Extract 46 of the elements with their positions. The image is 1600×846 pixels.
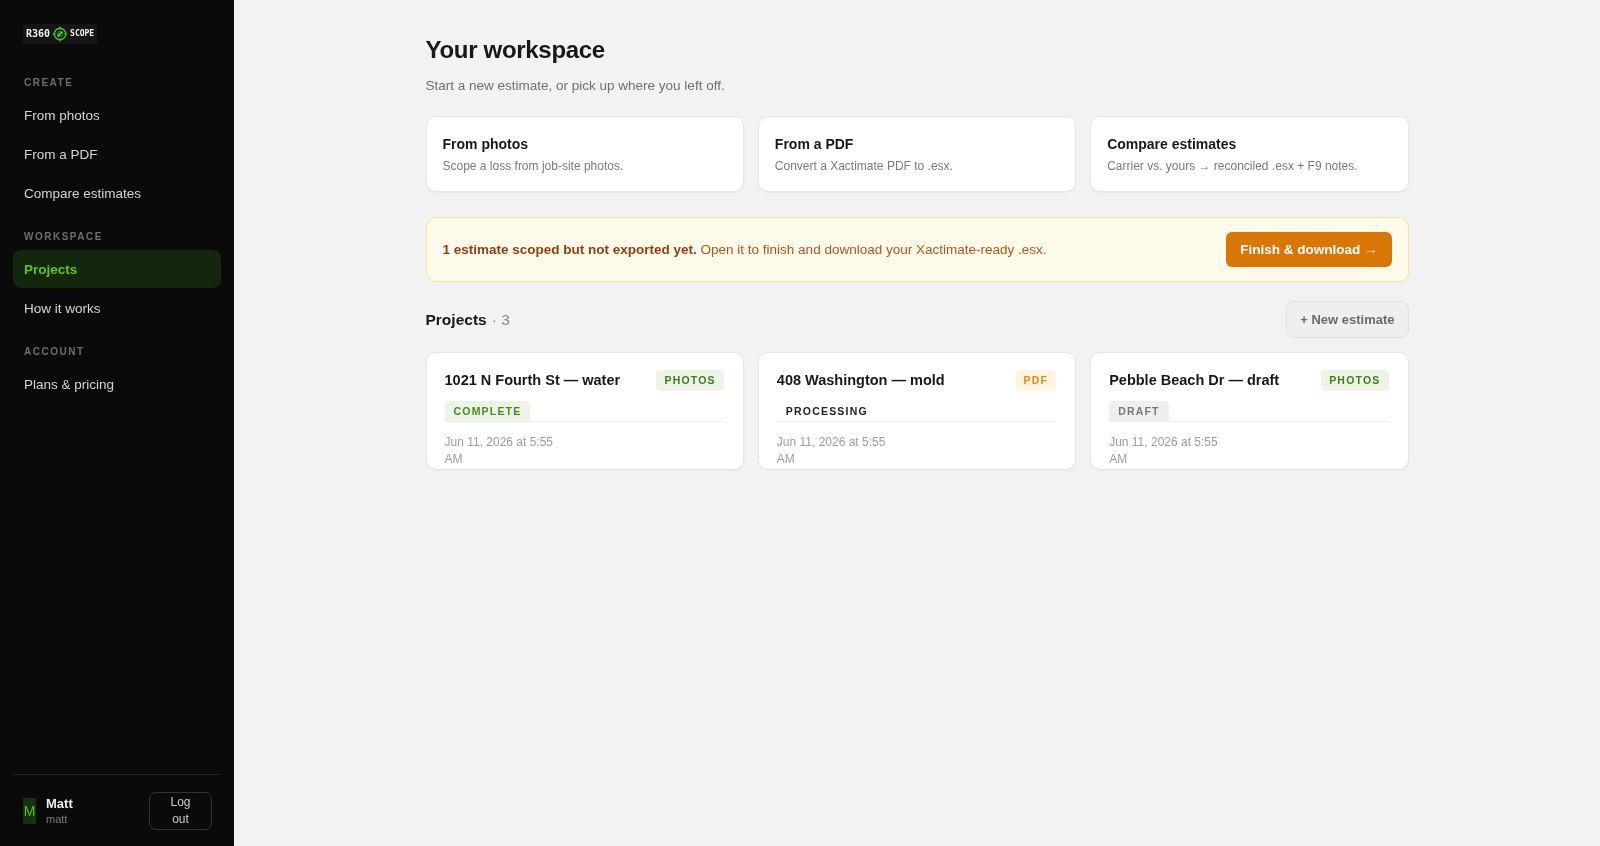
sidebar-item[interactable]: Projects	[13, 250, 221, 288]
project-date: Jun 11, 2026 at 5:55 AM	[444, 434, 555, 468]
action-card[interactable]: From a PDF Convert a Xactimate PDF to .esx.	[757, 116, 1077, 192]
logo-text: R360	[26, 27, 51, 41]
new-estimate-button[interactable]: + New estimate	[1286, 301, 1409, 338]
source-tag: PHOTOS	[1321, 370, 1389, 391]
project-card[interactable]: 408 Washington — mold PDF PROCESSING Jun 11, 2026 at 5:55 AM	[757, 352, 1077, 470]
card-description: Scope a loss from job-site photos.	[442, 158, 625, 174]
page-title: Your workspace	[425, 35, 606, 65]
section-label: ACCOUNT	[23, 345, 86, 359]
project-date: Jun 11, 2026 at 5:55 AM	[1109, 434, 1219, 468]
project-card[interactable]: 1021 N Fourth St — water PHOTOS COMPLETE Jun 11, 2026 at 5:55 AM	[425, 352, 744, 470]
project-date: Jun 11, 2026 at 5:55 AM	[776, 434, 887, 468]
card-description: Convert a Xactimate PDF to .esx.	[774, 158, 954, 174]
source-tag: PDF	[1015, 370, 1057, 391]
project-card[interactable]: Pebble Beach Dr — draft PHOTOS DRAFT Jun 11, 2026 at 5:55 AM	[1090, 352, 1409, 470]
crosshair-icon	[52, 26, 69, 42]
sidebar-item[interactable]: From photos	[13, 96, 221, 134]
source-tag: PHOTOS	[656, 370, 724, 391]
page-subtitle: Start a new estimate, or pick up where you left off.	[425, 77, 726, 95]
sidebar-item[interactable]: Compare estimates	[13, 174, 221, 212]
user-handle: matt	[46, 812, 69, 827]
project-count: · 3	[491, 309, 510, 330]
action-card[interactable]: Compare estimates Carrier vs. yours → reconciled .esx + F9 notes.	[1090, 116, 1409, 192]
sidebar-item[interactable]: How it works	[13, 289, 221, 327]
action-card[interactable]: From photos Scope a loss from job-site photos.	[425, 116, 744, 192]
section-label: CREATE	[23, 76, 75, 90]
status-label: PROCESSING	[784, 404, 869, 419]
sidebar-item[interactable]: From a PDF	[13, 135, 221, 173]
avatar: M	[23, 798, 36, 824]
card-description: Carrier vs. yours → reconciled .esx + F9 notes.	[1107, 158, 1359, 174]
project-title: 1021 N Fourth St — water	[444, 371, 621, 390]
project-title: Pebble Beach Dr — draft	[1109, 371, 1280, 390]
section-label: WORKSPACE	[23, 230, 104, 244]
sidebar-item[interactable]: Plans & pricing	[13, 365, 221, 403]
section-title: Projects	[425, 309, 487, 330]
card-title: From a PDF	[774, 135, 855, 154]
user-name: Matt	[46, 795, 73, 812]
logout-button[interactable]: Log out	[149, 792, 212, 830]
card-title: From photos	[442, 135, 530, 154]
project-title: 408 Washington — mold	[776, 371, 945, 390]
status-pill: DRAFT	[1109, 401, 1169, 421]
logo-text: SCOPE	[70, 28, 95, 40]
status-pill: COMPLETE	[444, 401, 531, 421]
notice-text: 1 estimate scoped but not exported yet. Open it to finish and download your Xactimate-ready .esx.	[442, 240, 1047, 259]
card-title: Compare estimates	[1107, 135, 1238, 154]
